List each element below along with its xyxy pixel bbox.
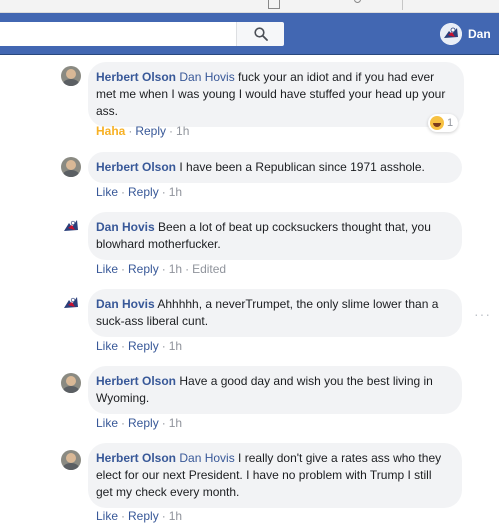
comment-time[interactable]: 1h xyxy=(169,185,182,199)
edited-label[interactable]: Edited xyxy=(192,262,226,276)
search-button[interactable] xyxy=(236,22,284,46)
reply-link[interactable]: Reply xyxy=(128,509,159,523)
comment-actions: Like · Reply · 1h xyxy=(96,416,183,430)
like-link[interactable]: Like xyxy=(96,262,118,276)
search-input[interactable] xyxy=(0,22,236,46)
avatar[interactable] xyxy=(61,373,81,393)
haha-reaction-link[interactable]: Haha xyxy=(96,124,125,138)
comment-time[interactable]: 1h xyxy=(169,339,182,353)
comment-bubble: Herbert Olson Dan Hovis I really don't g… xyxy=(88,443,462,508)
like-link[interactable]: Like xyxy=(96,185,118,199)
comment-time[interactable]: 1h xyxy=(176,124,189,138)
more-options-icon[interactable]: ··· xyxy=(474,306,491,322)
browser-toolbar xyxy=(0,0,499,13)
comment-actions: Like · Reply · 1h · Edited xyxy=(96,262,227,276)
comment-bubble: Herbert Olson Have a good day and wish y… xyxy=(88,366,462,414)
avatar[interactable] xyxy=(61,66,81,86)
comment-author[interactable]: Herbert Olson xyxy=(96,374,176,388)
comment-bubble: Herbert Olson Dan Hovis fuck your an idi… xyxy=(88,62,464,127)
reply-link[interactable]: Reply xyxy=(128,416,159,430)
facebook-top-bar: Dan xyxy=(0,13,499,55)
reply-link[interactable]: Reply xyxy=(128,185,159,199)
haha-emoji-icon xyxy=(430,116,444,130)
comment-author[interactable]: Dan Hovis xyxy=(96,297,155,311)
bookmark-icon[interactable] xyxy=(268,0,280,9)
like-link[interactable]: Like xyxy=(96,509,118,523)
comment-author[interactable]: Dan Hovis xyxy=(96,220,155,234)
comment-time[interactable]: 1h xyxy=(169,509,182,523)
comment-actions: Like · Reply · 1h xyxy=(96,509,183,523)
comment-author[interactable]: Herbert Olson xyxy=(96,451,176,465)
avatar[interactable] xyxy=(61,217,81,237)
comment-tag[interactable]: Dan Hovis xyxy=(179,70,234,84)
avatar[interactable] xyxy=(61,294,81,314)
avatar[interactable] xyxy=(61,450,81,470)
comment-author[interactable]: Herbert Olson xyxy=(96,160,176,174)
profile-link[interactable]: Dan xyxy=(440,22,491,46)
comment-author[interactable]: Herbert Olson xyxy=(96,70,176,84)
toolbar-separator xyxy=(402,0,403,10)
comment-time[interactable]: 1h xyxy=(169,262,182,276)
comment-time[interactable]: 1h xyxy=(169,416,182,430)
search-icon xyxy=(254,27,268,41)
reply-link[interactable]: Reply xyxy=(135,124,166,138)
like-link[interactable]: Like xyxy=(96,339,118,353)
reaction-count: 1 xyxy=(447,117,454,129)
reply-link[interactable]: Reply xyxy=(128,262,159,276)
comment-text: I have been a Republican since 1971 assh… xyxy=(176,160,425,174)
profile-avatar xyxy=(440,23,462,45)
comment-actions: Haha · Reply · 1h xyxy=(96,124,190,138)
profile-name: Dan xyxy=(468,27,491,41)
comment-bubble: Dan Hovis Ahhhhh, a neverTrumpet, the on… xyxy=(88,289,462,337)
comment-actions: Like · Reply · 1h xyxy=(96,185,183,199)
comment-actions: Like · Reply · 1h xyxy=(96,339,183,353)
reply-link[interactable]: Reply xyxy=(128,339,159,353)
reaction-summary[interactable]: 1 xyxy=(428,114,459,132)
comment-bubble: Dan Hovis Been a lot of beat up cocksuck… xyxy=(88,212,462,260)
avatar[interactable] xyxy=(61,157,81,177)
comment-tag[interactable]: Dan Hovis xyxy=(179,451,234,465)
like-link[interactable]: Like xyxy=(96,416,118,430)
zoom-icon[interactable] xyxy=(352,0,364,9)
comment-bubble: Herbert Olson I have been a Republican s… xyxy=(88,152,462,183)
